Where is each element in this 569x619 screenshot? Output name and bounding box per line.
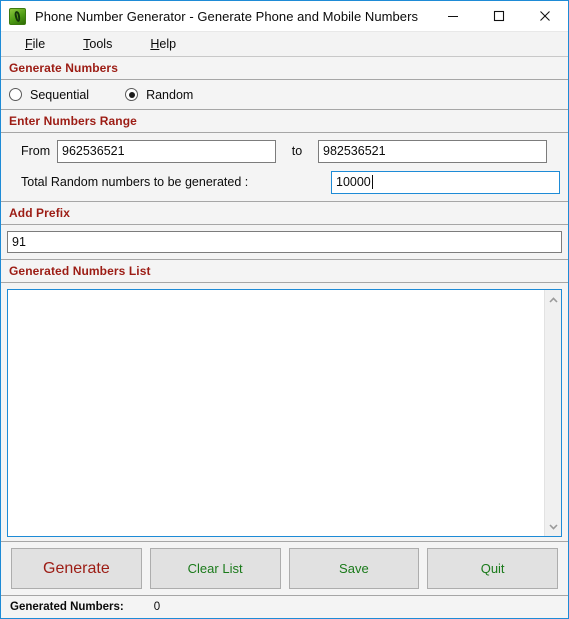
add-prefix-group: 91 bbox=[1, 225, 568, 260]
radio-sequential-mark bbox=[9, 88, 22, 101]
generated-numbers-listbox[interactable] bbox=[7, 289, 562, 537]
generation-mode-group: Sequential Random bbox=[1, 80, 568, 110]
total-count-input[interactable]: 10000 bbox=[331, 170, 560, 194]
minimize-button[interactable] bbox=[430, 1, 476, 31]
clear-list-button[interactable]: Clear List bbox=[149, 548, 281, 589]
scroll-down-button[interactable] bbox=[545, 520, 562, 533]
range-row-from-to: From 962536521 to 982536521 bbox=[9, 139, 560, 163]
maximize-icon bbox=[493, 10, 505, 22]
action-buttons: Generate Clear List Save Quit bbox=[1, 542, 568, 596]
quit-button[interactable]: Quit bbox=[427, 548, 558, 589]
phone-icon bbox=[9, 7, 26, 25]
window-controls bbox=[430, 1, 568, 31]
menu-file-accel: F bbox=[25, 37, 33, 51]
application-window: Phone Number Generator - Generate Phone … bbox=[0, 0, 569, 619]
window-title: Phone Number Generator - Generate Phone … bbox=[35, 8, 418, 24]
radio-random-label: Random bbox=[146, 87, 194, 102]
status-label: Generated Numbers: bbox=[10, 601, 124, 613]
minimize-icon bbox=[448, 16, 458, 17]
menu-item-help[interactable]: Help bbox=[140, 37, 186, 51]
prefix-input-value: 91 bbox=[12, 235, 26, 249]
total-count-label: Total Random numbers to be generated : bbox=[21, 175, 249, 189]
menu-file-rest: ile bbox=[32, 37, 46, 51]
section-header-generated-list: Generated Numbers List bbox=[1, 260, 568, 283]
from-input[interactable]: 962536521 bbox=[57, 139, 276, 163]
chevron-down-icon bbox=[548, 523, 558, 530]
chevron-up-icon bbox=[548, 296, 558, 303]
status-value: 0 bbox=[153, 601, 161, 613]
save-button[interactable]: Save bbox=[288, 548, 420, 589]
from-input-value: 962536521 bbox=[62, 143, 125, 158]
menu-item-file[interactable]: File bbox=[15, 37, 55, 51]
menu-bar: File Tools Help bbox=[1, 32, 568, 57]
generate-button[interactable]: Generate bbox=[11, 548, 142, 589]
text-caret bbox=[371, 174, 373, 189]
radio-sequential-label: Sequential bbox=[30, 87, 90, 102]
scroll-up-button[interactable] bbox=[545, 293, 562, 306]
to-input[interactable]: 982536521 bbox=[318, 139, 547, 163]
menu-help-rest: elp bbox=[159, 37, 177, 51]
maximize-button[interactable] bbox=[476, 1, 522, 31]
to-label: to bbox=[291, 144, 303, 158]
title-bar: Phone Number Generator - Generate Phone … bbox=[1, 1, 568, 32]
radio-random-mark bbox=[125, 88, 139, 101]
section-header-numbers-range: Enter Numbers Range bbox=[1, 110, 568, 133]
generated-list-group bbox=[1, 283, 568, 542]
status-bar: Generated Numbers: 0 bbox=[1, 596, 568, 618]
close-button[interactable] bbox=[522, 1, 568, 31]
prefix-input[interactable]: 91 bbox=[7, 231, 562, 253]
from-label: From bbox=[21, 144, 51, 158]
menu-item-tools[interactable]: Tools bbox=[73, 37, 122, 51]
main-panel: Generate Numbers Sequential Random Enter… bbox=[1, 57, 568, 618]
section-header-add-prefix: Add Prefix bbox=[1, 202, 568, 225]
numbers-range-group: From 962536521 to 982536521 Total Random… bbox=[1, 133, 568, 202]
range-row-total: Total Random numbers to be generated : 1… bbox=[9, 170, 560, 194]
vertical-scrollbar[interactable] bbox=[544, 290, 561, 536]
radio-sequential[interactable]: Sequential bbox=[9, 88, 89, 102]
radio-random[interactable]: Random bbox=[125, 88, 193, 102]
to-input-value: 982536521 bbox=[323, 143, 386, 158]
section-header-generate-numbers: Generate Numbers bbox=[1, 57, 568, 80]
close-icon bbox=[540, 11, 550, 21]
menu-tools-rest: ools bbox=[89, 37, 113, 51]
total-count-value: 10000 bbox=[336, 174, 371, 189]
generated-numbers-text[interactable] bbox=[8, 290, 544, 536]
